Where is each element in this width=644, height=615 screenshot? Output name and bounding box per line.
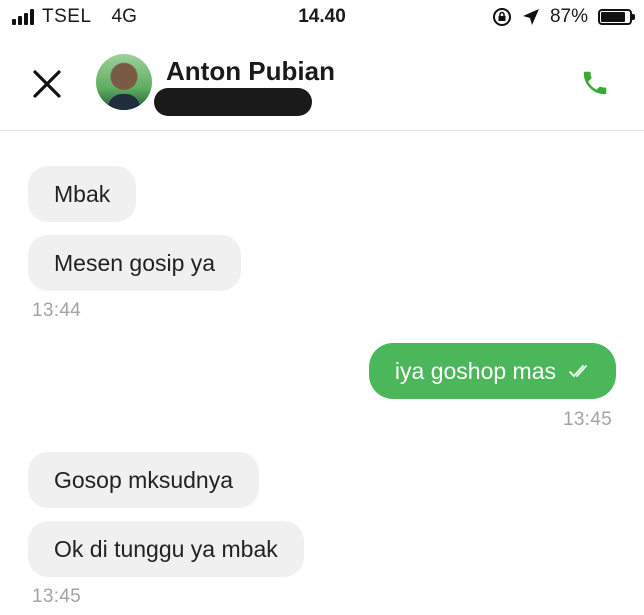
- battery-icon: [598, 9, 635, 25]
- contact-name: Anton Pubian: [166, 56, 335, 86]
- battery-fill: [601, 12, 626, 22]
- message-bubble-outgoing[interactable]: iya goshop mas: [368, 343, 616, 399]
- status-right: 87%: [492, 6, 635, 28]
- message-bubble-incoming[interactable]: Gosop mksudnya: [28, 452, 259, 508]
- rotation-lock-icon: [492, 8, 511, 26]
- avatar-body: [108, 94, 140, 110]
- chat-screen: TSEL 4G 14.40 87% Anton Pubian Mbak Mese…: [0, 0, 644, 615]
- avatar[interactable]: [96, 54, 152, 110]
- message-timestamp: 13:44: [32, 300, 82, 321]
- message-bubble-incoming[interactable]: Ok di tunggu ya mbak: [28, 521, 304, 577]
- double-check-icon: [569, 365, 587, 377]
- message-bubble-incoming[interactable]: Mbak: [28, 166, 137, 222]
- message-text: Mesen gosip ya: [54, 250, 216, 276]
- message-text: iya goshop mas: [394, 358, 556, 384]
- message-list: Mbak Mesen gosip ya 13:44 iya goshop mas…: [0, 131, 644, 615]
- chat-header: Anton Pubian: [0, 36, 644, 131]
- close-icon[interactable]: [30, 67, 64, 101]
- battery-percent: 87%: [549, 6, 588, 27]
- message-text: Ok di tunggu ya mbak: [54, 536, 278, 562]
- location-arrow-icon: [522, 9, 539, 25]
- message-text: Mbak: [54, 181, 111, 207]
- status-bar: TSEL 4G 14.40 87%: [0, 0, 644, 36]
- phone-icon[interactable]: [580, 68, 610, 98]
- message-timestamp: 13:45: [32, 586, 82, 607]
- message-timestamp: 13:45: [562, 409, 612, 430]
- message-bubble-incoming[interactable]: Mesen gosip ya: [28, 235, 242, 291]
- message-text: Gosop mksudnya: [54, 467, 233, 493]
- redacted-subtitle: [154, 88, 312, 116]
